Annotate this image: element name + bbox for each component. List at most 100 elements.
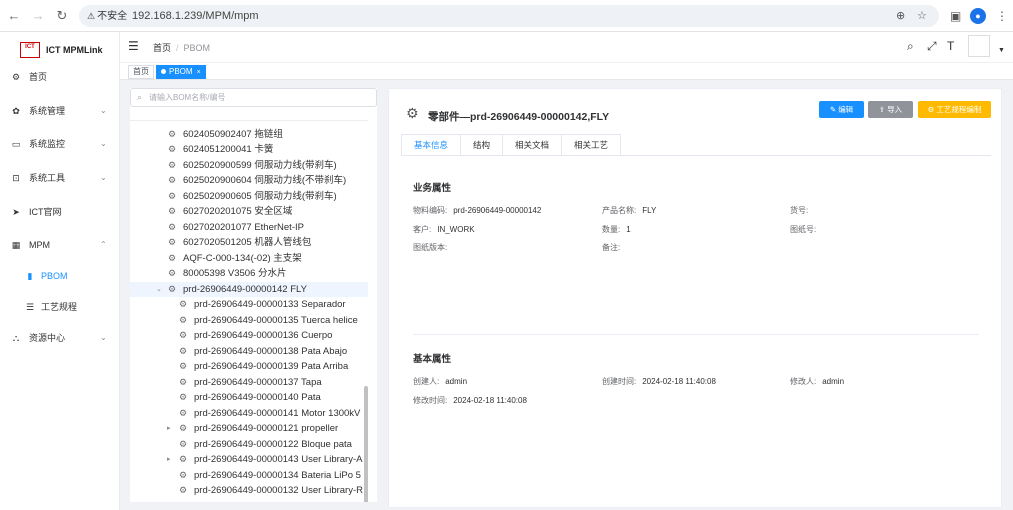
part-icon: ⚙ xyxy=(168,222,177,232)
tree-node-selected[interactable]: ⌄ ⚙ prd-26906449-00000142 FLY xyxy=(130,282,368,297)
field-label: 创建时间: xyxy=(602,377,637,386)
part-icon: ⚙ xyxy=(168,144,177,154)
tree-node[interactable]: ⚙ 6025020900605 伺服动力线(带刹车) xyxy=(130,189,368,204)
font-size-icon[interactable]: T xyxy=(947,39,954,53)
tree-node[interactable]: ⚙ prd-26906449-00000133 Separador xyxy=(130,297,368,312)
address-bar[interactable]: ⚠ 不安全 192.168.1.239/MPM/mpm ⊕ ☆ xyxy=(79,5,939,27)
tree-node[interactable]: ▸ ⚙ prd-26906449-00000143 User Library-A xyxy=(130,452,368,467)
tree-node[interactable]: ▸ ⚙ prd-26906449-00000121 propeller xyxy=(130,421,368,436)
tag-home[interactable]: 首页 xyxy=(128,65,154,79)
user-avatar[interactable] xyxy=(968,35,990,57)
tab-related-process[interactable]: 相关工艺 xyxy=(562,135,621,155)
tree-node[interactable]: ⚙ prd-26906449-00000141 Motor 1300kV xyxy=(130,406,368,421)
tag-pbom[interactable]: PBOM × xyxy=(156,65,206,79)
tree-node[interactable]: ⚙ prd-26906449-00000137 Tapa xyxy=(130,375,368,390)
part-icon: ⚙ xyxy=(179,408,188,418)
tree-node[interactable]: ⚙ prd-26906449-00000134 Bateria LiPo 5 xyxy=(130,468,368,483)
hamburger-icon[interactable]: ☰ xyxy=(128,39,139,53)
page-title: 零部件—prd-26906449-00000142,FLY xyxy=(428,111,610,123)
search-box: ⌕ xyxy=(130,88,377,107)
tree-node[interactable]: ⚙ 6025020900599 伺服动力线(带刹车) xyxy=(130,158,368,173)
tag-label: 首页 xyxy=(133,67,149,76)
tree-node[interactable]: ⚙ 6025020900604 伺服动力线(不带刹车) xyxy=(130,173,368,188)
forward-icon[interactable]: → xyxy=(28,6,48,26)
sidebar-item-label: MPM xyxy=(29,240,50,250)
sidebar-item-resource-center[interactable]: ⛬ 资源中心 ⌄ xyxy=(0,328,120,348)
profile-avatar[interactable]: ● xyxy=(970,8,986,24)
sidebar-item-system-management[interactable]: ✿ 系统管理 ⌄ xyxy=(0,101,120,121)
part-icon: ⚙ xyxy=(168,206,177,216)
tree-node[interactable]: ⚙ prd-26906449-00000132 User Library-R xyxy=(130,483,368,498)
tab-basic-info[interactable]: 基本信息 xyxy=(402,135,462,155)
tree-node[interactable]: ⚙ prd-26906449-00000136 Cuerpo xyxy=(130,328,368,343)
tab-structure[interactable]: 结构 xyxy=(461,135,504,155)
zoom-icon[interactable]: ⊕ xyxy=(896,9,905,23)
tree-node[interactable]: ⚙ 6024050902407 拖链组 xyxy=(130,127,368,142)
close-icon[interactable]: × xyxy=(197,69,201,76)
sidebar-item-label: 首页 xyxy=(29,72,48,82)
field-value: 1 xyxy=(626,225,631,234)
tree-node[interactable]: ⚙ 6027020201077 EtherNet-IP xyxy=(130,220,368,235)
bookmark-star-icon[interactable]: ☆ xyxy=(917,9,927,23)
tree-node-label: prd-26906449-00000121 propeller xyxy=(194,423,339,434)
part-icon: ⚙ xyxy=(168,253,177,263)
fullscreen-icon[interactable]: ⤢ xyxy=(927,39,937,54)
tree-node[interactable]: ⚙ AQF-C-000-134(-02) 主支架 xyxy=(130,251,368,266)
edit-icon: ✎ xyxy=(829,105,839,114)
browser-menu-icon[interactable]: ⋮ xyxy=(996,7,1008,25)
search-icon[interactable]: ⌕ xyxy=(907,39,914,54)
caret-down-icon[interactable]: ▼ xyxy=(998,47,1005,54)
field-remark: 备注: xyxy=(602,242,626,253)
sidebar-item-ict-website[interactable]: ➤ ICT官网 xyxy=(0,202,120,222)
sidebar-item-mpm[interactable]: ▦ MPM ⌃ xyxy=(0,235,120,255)
expand-down-icon[interactable]: ⌄ xyxy=(156,282,162,297)
tree-node-label: prd-26906449-00000137 Tapa xyxy=(194,377,322,388)
reload-icon[interactable]: ↻ xyxy=(52,6,72,26)
sidebar-item-process-spec[interactable]: ☰ 工艺规程 xyxy=(0,297,120,317)
tab-related-docs[interactable]: 相关文档 xyxy=(503,135,563,155)
sidebar-item-system-tools[interactable]: ⊡ 系统工具 ⌄ xyxy=(0,168,120,188)
field-value: admin xyxy=(445,377,468,386)
security-indicator[interactable]: ⚠ 不安全 xyxy=(87,9,127,24)
part-icon: ⚙ xyxy=(179,299,188,309)
field-label: 创建人: xyxy=(413,377,440,386)
sidebar-item-pbom[interactable]: ▮ PBOM xyxy=(0,266,120,286)
part-icon: ⚙ xyxy=(179,330,188,340)
sidebar-item-system-monitor[interactable]: ▭ 系统监控 ⌄ xyxy=(0,134,120,154)
tree-node[interactable]: ⚙ prd-26906449-00000138 Pata Abajo xyxy=(130,344,368,359)
import-button[interactable]: ⇪ 导入 xyxy=(868,101,913,118)
field-label: 客户: xyxy=(413,225,432,234)
hierarchy-icon: ⛬ xyxy=(12,333,20,343)
tree-node-label: prd-26906449-00000133 Separador xyxy=(194,299,346,310)
process-spec-button[interactable]: ⚙ 工艺规程编制 xyxy=(918,101,991,118)
tree-scrollbar[interactable] xyxy=(364,386,368,502)
tree-node[interactable]: ⚙ prd-26906449-00000135 Tuerca helice xyxy=(130,313,368,328)
part-icon: ⚙ xyxy=(168,175,177,185)
field-label: 图纸版本: xyxy=(413,243,448,252)
tree-node[interactable]: ⚙ prd-26906449-00000139 Pata Arriba xyxy=(130,359,368,374)
field-creator: 创建人: admin xyxy=(413,376,467,387)
bom-search-input[interactable] xyxy=(149,91,369,104)
tree-node-label: prd-26906449-00000139 Pata Arriba xyxy=(194,361,349,372)
url-text[interactable]: 192.168.1.239/MPM/mpm xyxy=(132,9,259,23)
field-label: 图纸号: xyxy=(790,225,817,234)
edit-button[interactable]: ✎ 编辑 xyxy=(819,101,864,118)
tree-node[interactable]: ⚙ 80005398 V3506 分水片 xyxy=(130,266,368,281)
field-value: 2024-02-18 11:40:08 xyxy=(453,396,527,405)
tree-node[interactable]: ⚙ prd-26906449-00000122 Bloque pata xyxy=(130,437,368,452)
breadcrumb-current: PBOM xyxy=(183,43,211,53)
expand-right-icon[interactable]: ▸ xyxy=(167,452,171,467)
field-label: 修改人: xyxy=(790,377,817,386)
tree-node[interactable]: ⚙ 6027020201075 安全区域 xyxy=(130,204,368,219)
back-icon[interactable]: ← xyxy=(4,6,24,26)
browser-toolbar: ← → ↻ ⚠ 不安全 192.168.1.239/MPM/mpm ⊕ ☆ ▣ ●… xyxy=(0,0,1013,32)
expand-right-icon[interactable]: ▸ xyxy=(167,421,171,436)
side-panel-icon[interactable]: ▣ xyxy=(950,7,961,25)
business-attributes-title: 业务属性 xyxy=(413,183,452,194)
tree-node[interactable]: ⚙ 6024051200041 卡簧 xyxy=(130,142,368,157)
breadcrumb-home[interactable]: 首页 xyxy=(153,43,171,53)
tree-node[interactable]: ⚙ prd-26906449-00000140 Pata xyxy=(130,390,368,405)
tree-node[interactable]: ⚙ 6027020501205 机器人管线包 xyxy=(130,235,368,250)
field-label: 产品名称: xyxy=(602,206,637,215)
sidebar-item-home[interactable]: ⚙ 首页 xyxy=(0,67,120,87)
